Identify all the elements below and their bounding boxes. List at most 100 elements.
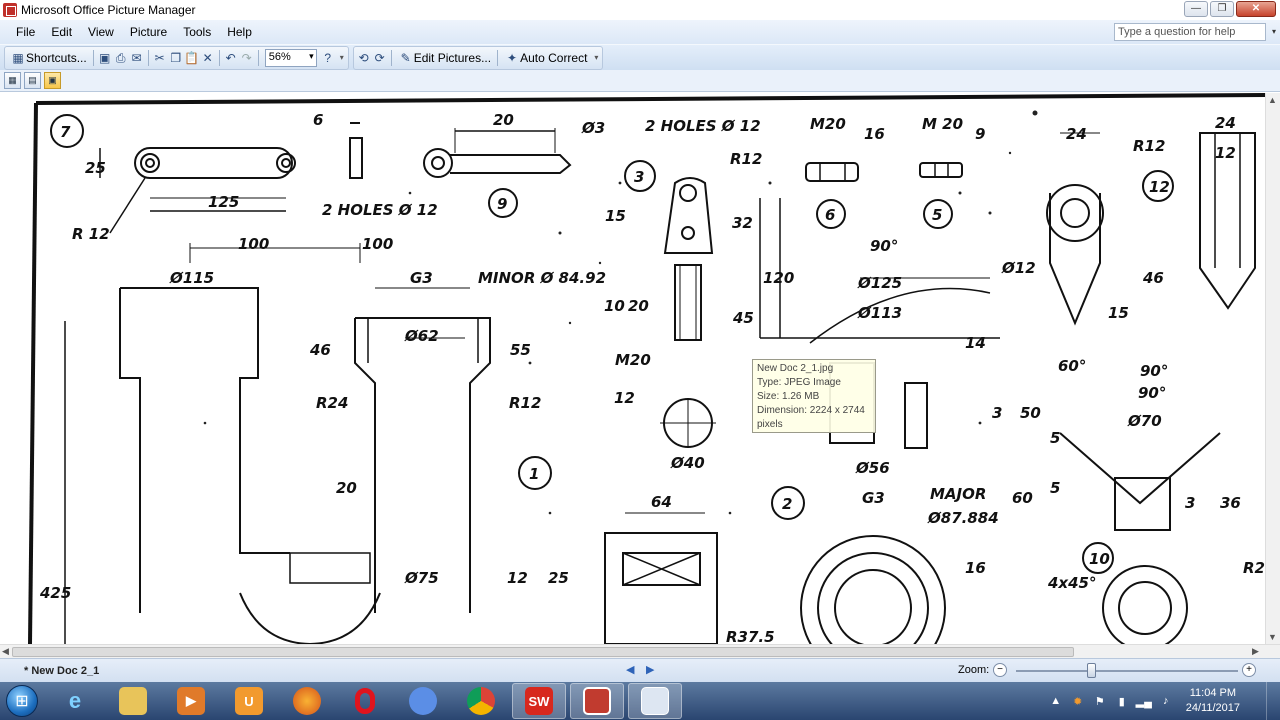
drawing-label: R12 [509, 394, 541, 412]
menu-picture[interactable]: Picture [122, 25, 175, 39]
help-dropdown-icon[interactable]: ▾ [1272, 27, 1276, 36]
zoom-select[interactable]: 56% [264, 48, 317, 67]
zoom-in-icon[interactable]: + [1242, 663, 1256, 677]
edit-pictures-icon: ✎ [400, 50, 411, 65]
close-button[interactable]: ✕ [1236, 1, 1276, 17]
next-picture-icon[interactable]: ▶ [646, 663, 654, 676]
scroll-left-icon[interactable]: ◀ [2, 646, 9, 657]
horizontal-scrollbar[interactable]: ◀ ▶ [0, 644, 1280, 658]
redo-icon[interactable]: ↷ [239, 50, 255, 66]
action-center-icon[interactable]: ⚑ [1092, 693, 1108, 709]
drawing-label: 3 [634, 168, 644, 186]
drawing-label: Ø115 [169, 269, 214, 287]
drawing-label: 12 [507, 569, 528, 587]
taskbar-opera[interactable] [338, 683, 392, 719]
drawing-label: 36 [1220, 494, 1241, 512]
shortcuts-button[interactable]: ▦ Shortcuts... [7, 48, 90, 68]
auto-correct-label: Auto Correct [520, 50, 588, 65]
minimize-button[interactable]: — [1184, 1, 1208, 17]
toolbar-options-icon[interactable]: ▾ [338, 53, 346, 62]
zoom-out-icon[interactable]: − [993, 663, 1007, 677]
power-icon[interactable]: ▮ [1114, 693, 1130, 709]
taskbar-folder[interactable] [628, 683, 682, 719]
start-button[interactable]: ⊞ [0, 682, 44, 720]
edit-pictures-button[interactable]: ✎ Edit Pictures... [395, 48, 494, 68]
taskbar-solidworks[interactable]: SW [512, 683, 566, 719]
drawing-label: 10 [604, 297, 625, 315]
clock-date: 24/11/2017 [1185, 702, 1240, 714]
volume-icon[interactable]: ♪ [1158, 693, 1174, 709]
drawing-label: R 12 [72, 225, 110, 243]
drawing-label: Ø62 [404, 327, 439, 345]
paste-icon[interactable]: 📋 [184, 50, 200, 66]
drawing-label: 90° [870, 237, 898, 255]
avast-icon[interactable]: ✹ [1070, 693, 1086, 709]
picture-manager-icon [3, 3, 17, 17]
undo-icon[interactable]: ↶ [223, 50, 239, 66]
taskbar-media-player[interactable]: ▶ [164, 683, 218, 719]
horizontal-scroll-thumb[interactable] [12, 647, 1074, 657]
tooltip-file-size: Size: 1.26 MB [757, 391, 820, 402]
vertical-scrollbar[interactable]: ▲ ▼ [1265, 93, 1280, 644]
scroll-down-icon[interactable]: ▼ [1268, 632, 1277, 642]
taskbar-file-explorer[interactable] [106, 683, 160, 719]
restore-button[interactable]: ❐ [1210, 1, 1234, 17]
drawing-label: G3 [862, 489, 885, 507]
drawing-label: 425 [39, 584, 71, 602]
network-icon[interactable]: ▂▄ [1136, 693, 1152, 709]
window-icon [641, 687, 669, 715]
filmstrip-view-icon[interactable]: ▤ [24, 72, 41, 89]
show-hidden-icons-icon[interactable]: ▲ [1048, 693, 1064, 709]
menu-edit[interactable]: Edit [43, 25, 80, 39]
toolbar: ▦ Shortcuts... ▣ ⎙ ✉ ✂ ❐ 📋 ✕ ↶ ↷ 56% ? ▾… [0, 44, 1280, 70]
windows-taskbar: ⊞ e ▶ U SW ▲ ✹ ⚑ ▮ ▂▄ ♪ 11:04 PM 24/11/2… [0, 682, 1280, 720]
menu-view[interactable]: View [80, 25, 122, 39]
save-icon[interactable]: ▣ [97, 50, 113, 66]
taskbar-internet-explorer[interactable]: e [48, 683, 102, 719]
drawing-label: MAJOR [930, 485, 986, 503]
taskbar-picture-manager[interactable] [570, 683, 624, 719]
auto-correct-icon: ✦ [507, 50, 518, 65]
email-icon[interactable]: ✉ [129, 50, 145, 66]
menu-tools[interactable]: Tools [175, 25, 219, 39]
print-icon[interactable]: ⎙ [113, 50, 129, 66]
taskbar-chromium[interactable] [396, 683, 450, 719]
menu-file[interactable]: File [8, 25, 43, 39]
taskbar-uc-browser[interactable]: U [222, 683, 276, 719]
drawing-label: 125 [208, 193, 239, 211]
cut-icon[interactable]: ✂ [152, 50, 168, 66]
thumbnail-view-icon[interactable]: ▦ [4, 72, 21, 89]
scroll-up-icon[interactable]: ▲ [1268, 95, 1277, 105]
rotate-right-icon[interactable]: ⟳ [372, 50, 388, 66]
toolbar-options-icon[interactable]: ▾ [592, 53, 600, 62]
delete-icon[interactable]: ✕ [200, 50, 216, 66]
taskbar-chrome[interactable] [454, 683, 508, 719]
help-icon[interactable]: ? [320, 50, 336, 66]
drawing-label: Ø125 [857, 274, 902, 292]
help-search-input[interactable]: Type a question for help [1114, 23, 1266, 41]
menu-help[interactable]: Help [219, 25, 260, 39]
taskbar-firefox[interactable] [280, 683, 334, 719]
clock[interactable]: 11:04 PM 24/11/2017 [1186, 686, 1240, 716]
drawing-label: 3 [1185, 494, 1195, 512]
zoom-label: Zoom: [958, 664, 990, 676]
drawing-label: 9 [975, 125, 985, 143]
window-title: Microsoft Office Picture Manager [21, 3, 196, 17]
drawing-label: 64 [651, 493, 672, 511]
drawing-label: 25 [548, 569, 569, 587]
show-desktop-button[interactable] [1266, 682, 1280, 720]
picture-canvas[interactable]: 7 9 3 6 5 12 1 2 10 R 12 125 6 20 Ø3 2 H… [0, 93, 1265, 644]
chrome-icon [467, 687, 495, 715]
scroll-right-icon[interactable]: ▶ [1252, 646, 1259, 657]
menu-bar: File Edit View Picture Tools Help Type a… [0, 20, 1280, 44]
zoom-slider-track[interactable] [1016, 670, 1238, 672]
copy-icon[interactable]: ❐ [168, 50, 184, 66]
single-picture-view-icon[interactable]: ▣ [44, 72, 61, 89]
drawing-label: Ø12 [1001, 259, 1036, 277]
zoom-slider-thumb[interactable] [1087, 663, 1097, 678]
drawing-label: 25 [85, 159, 106, 177]
rotate-left-icon[interactable]: ⟲ [356, 50, 372, 66]
auto-correct-button[interactable]: ✦ Auto Correct [501, 48, 590, 68]
media-player-icon: ▶ [177, 687, 205, 715]
previous-picture-icon[interactable]: ◀ [626, 663, 634, 676]
